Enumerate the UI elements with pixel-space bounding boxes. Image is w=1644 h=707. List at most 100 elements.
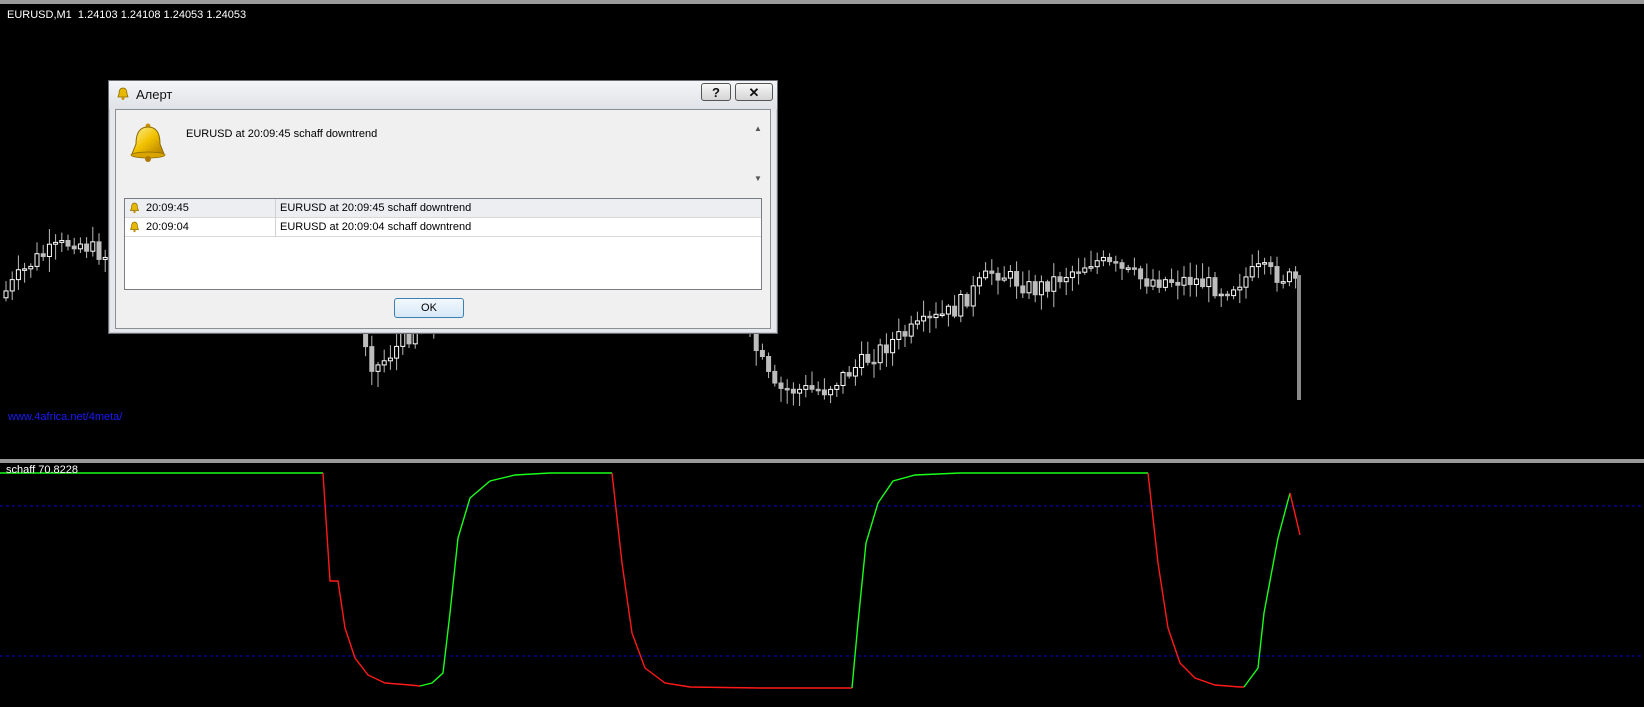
candle-body [1218,293,1224,297]
candle-body [958,294,964,317]
candle-body [1045,281,1051,292]
help-button[interactable]: ? [701,83,731,101]
candle-body [1051,276,1057,292]
candle-body [815,388,821,392]
candle-body [828,388,834,396]
candle-body [1193,278,1199,286]
bell-icon [117,87,129,100]
candle-body [927,315,933,319]
candle-body [772,370,778,384]
candle-body [797,388,803,394]
candle-body [1297,275,1301,400]
candle-body [1175,281,1181,286]
candle-body [1125,267,1131,270]
candle-body [1026,281,1032,294]
scroll-up-icon[interactable]: ▲ [754,124,762,133]
candle-body [1138,268,1144,280]
candle-body [1094,260,1100,268]
candle-body [803,385,809,390]
watermark-link[interactable]: www.4africa.net/4meta/ [8,411,122,423]
dialog-titlebar[interactable]: Алерт ? ✕ [109,81,777,109]
candle-body [1007,271,1013,279]
ok-button[interactable]: OK [394,298,464,318]
alert-message: EURUSD at 20:09:45 schaff downtrend [186,128,378,140]
candle-body [989,270,995,274]
candle-body [102,256,108,260]
candle-body [34,253,40,267]
close-button[interactable]: ✕ [735,83,773,101]
candle-body [908,323,914,337]
candle-body [22,268,28,271]
column-divider [275,218,276,237]
candle-body [1224,293,1230,297]
oscillator-panel[interactable] [0,459,1644,707]
candle-body [976,277,982,287]
candle-body [1144,278,1150,287]
candle-body [1119,262,1125,269]
schaff-line-segment [1289,492,1301,536]
candle-body [40,253,46,257]
candle-body [883,344,889,354]
candle-body [933,313,939,319]
candle-body [77,243,83,250]
alert-text: EURUSD at 20:09:45 schaff downtrend [280,202,472,214]
symbol-info: EURUSD,M1 1.24103 1.24108 1.24053 1.2405… [7,9,247,21]
candle-body [1107,256,1113,263]
candle-body [96,241,102,260]
scroll-down-icon[interactable]: ▼ [754,174,762,183]
candle-body [1020,285,1026,294]
schaff-line-segment [419,472,612,687]
candle-body [59,240,65,243]
candle-body [1100,256,1106,262]
candle-body [939,313,945,317]
bell-icon [129,202,140,214]
candle-body [53,241,59,245]
candle-body [1014,271,1020,287]
candle-body [9,279,15,292]
candle-body [759,350,765,358]
bell-icon [129,221,140,233]
candle-body [896,331,902,340]
candle-body [84,243,90,252]
candle-body [983,270,989,279]
candle-body [1200,278,1206,288]
candle-body [1231,289,1237,297]
alert-history-list[interactable]: 20:09:45 EURUSD at 20:09:45 schaff downtr… [124,198,762,290]
schaff-oscillator [0,472,1644,689]
candle-body [1076,271,1082,274]
candle-body [1088,266,1094,269]
candle-body [1262,262,1268,265]
candle-body [1032,281,1038,296]
schaff-line-segment [1147,472,1244,688]
candle-body [1255,263,1261,268]
list-item[interactable]: 20:09:04 EURUSD at 20:09:04 schaff downtr… [125,218,761,237]
candle-body [952,305,958,317]
candle-body [1286,271,1292,283]
candle-body [1280,281,1286,284]
candle-body [394,345,400,359]
candle-body [1206,277,1212,288]
message-area: EURUSD at 20:09:45 schaff downtrend ▲ ▼ [116,110,770,194]
dialog-title: Алерт [136,87,173,102]
dialog-content: EURUSD at 20:09:45 schaff downtrend ▲ ▼ … [115,109,771,329]
schaff-line-segment [322,472,421,687]
candle-body [846,372,852,377]
candle-body [406,332,412,345]
candle-body [945,305,951,315]
candle-body [778,382,784,389]
alert-time: 20:09:45 [146,202,189,214]
candle-body [1150,279,1156,287]
candle-body [1069,271,1075,279]
candle-body [400,332,406,347]
candle-body [1156,279,1162,288]
alert-text: EURUSD at 20:09:04 schaff downtrend [280,221,472,233]
list-item[interactable]: 20:09:45 EURUSD at 20:09:45 schaff downtr… [125,199,761,218]
candle-body [1212,277,1218,297]
candle-body [834,384,840,390]
column-divider [275,199,276,218]
candle-body [1249,266,1255,278]
candle-body [865,353,871,363]
candle-body [71,245,77,250]
message-scrollbar[interactable]: ▲ ▼ [752,124,764,184]
candle-body [3,290,9,299]
